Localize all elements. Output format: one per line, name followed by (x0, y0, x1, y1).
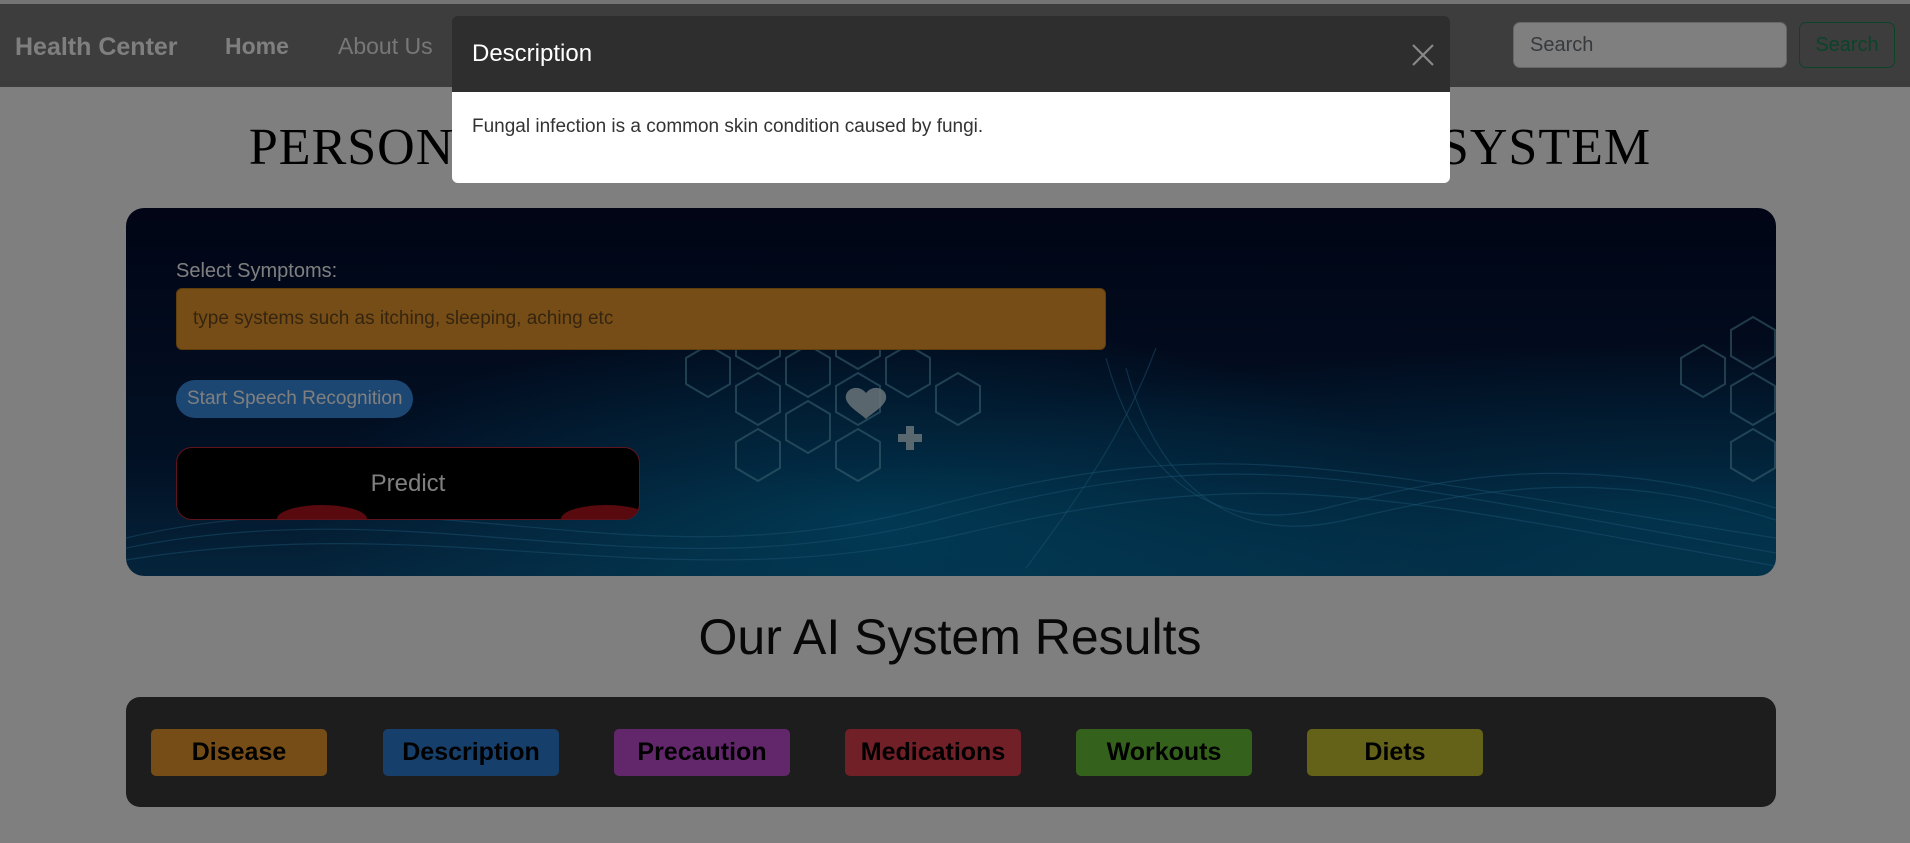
modal-description-text: Fungal infection is a common skin condit… (472, 116, 984, 137)
modal-header: Description (452, 16, 1450, 92)
modal-body: Fungal infection is a common skin condit… (452, 92, 1450, 183)
description-modal: Description Fungal infection is a common… (452, 16, 1450, 183)
modal-title: Description (472, 40, 593, 67)
close-icon[interactable] (1408, 40, 1438, 70)
